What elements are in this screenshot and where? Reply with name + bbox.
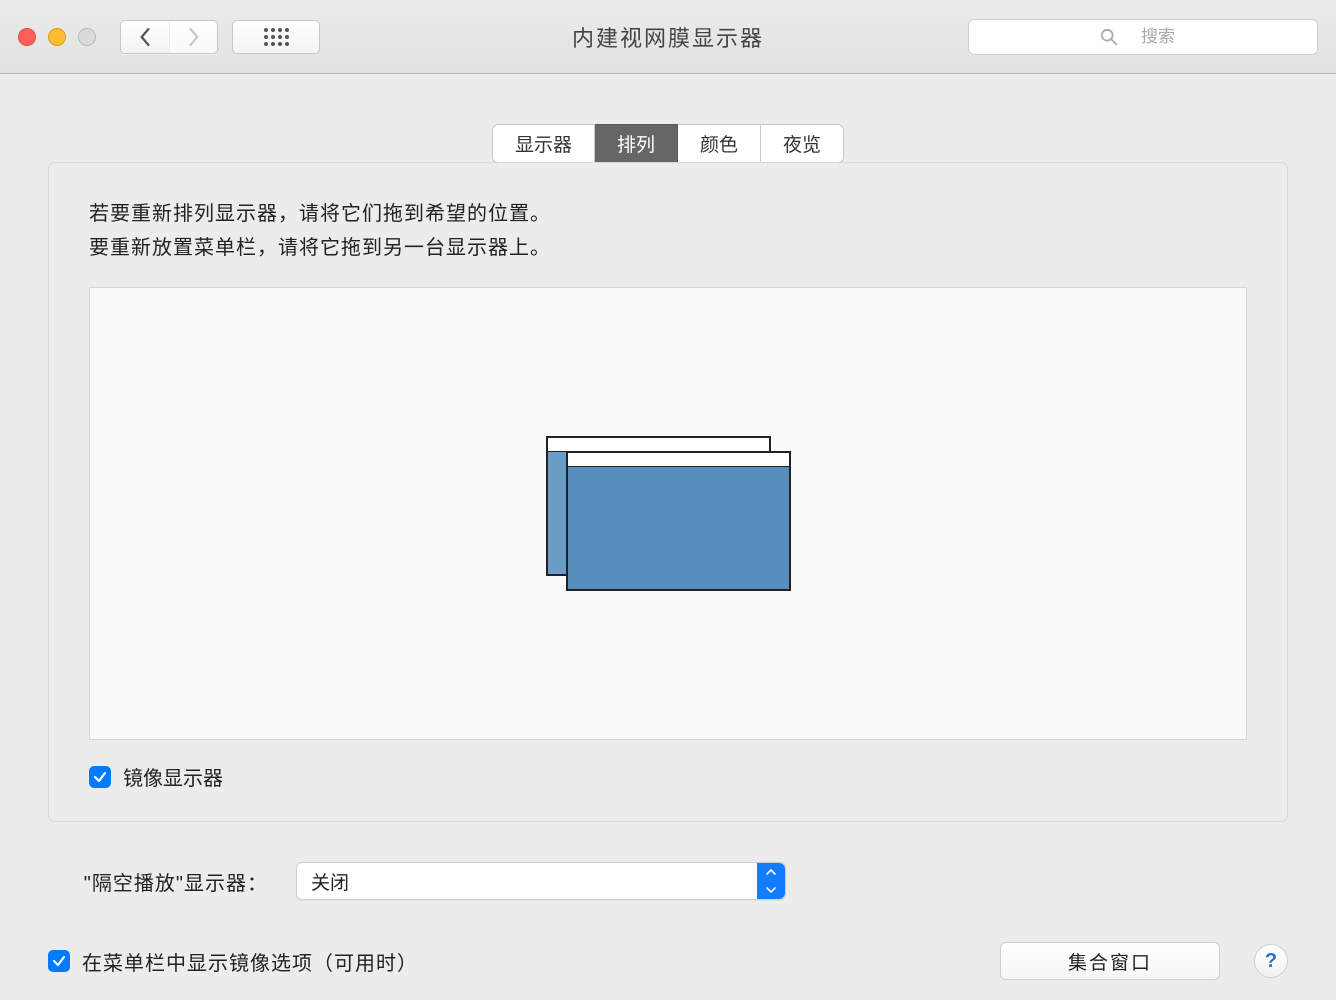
- airplay-label: "隔空播放"显示器：: [48, 867, 268, 896]
- close-button[interactable]: [18, 28, 36, 46]
- back-button[interactable]: [121, 21, 169, 53]
- chevron-up-icon: [766, 868, 776, 876]
- monitor-stack: [546, 436, 791, 591]
- tab-night[interactable]: 夜览: [761, 124, 844, 163]
- arrangement-area[interactable]: [89, 287, 1247, 740]
- search-input[interactable]: [968, 19, 1318, 55]
- show-all-button[interactable]: [232, 20, 320, 54]
- check-icon: [52, 954, 66, 968]
- tab-arrangement[interactable]: 排列: [595, 124, 678, 163]
- check-icon: [93, 770, 107, 784]
- content: 显示器 排列 颜色 夜览 若要重新排列显示器，请将它们拖到希望的位置。 要重新放…: [0, 74, 1336, 1000]
- menu-bar-drag[interactable]: [568, 453, 789, 467]
- tab-color[interactable]: 颜色: [678, 124, 761, 163]
- menubar-option-label: 在菜单栏中显示镜像选项（可用时）: [82, 947, 418, 976]
- maximize-button: [78, 28, 96, 46]
- menu-bar-drag[interactable]: [548, 438, 769, 452]
- menubar-option-checkbox[interactable]: [48, 950, 70, 972]
- select-stepper[interactable]: [757, 863, 785, 899]
- airplay-row: "隔空播放"显示器： 关闭: [48, 862, 1288, 900]
- airplay-select[interactable]: 关闭: [296, 862, 786, 900]
- footer-row: 在菜单栏中显示镜像选项（可用时） 集合窗口 ?: [48, 942, 1288, 980]
- tab-bar: 显示器 排列 颜色 夜览: [492, 124, 844, 163]
- bottom-section: "隔空播放"显示器： 关闭 在菜单栏中显示镜像选项（可用时） 集合窗口 ?: [48, 862, 1288, 980]
- mirror-label: 镜像显示器: [123, 762, 223, 791]
- mirror-row: 镜像显示器: [89, 762, 1247, 791]
- screen-area: [568, 467, 789, 589]
- instructions-line2: 要重新放置菜单栏，请将它拖到另一台显示器上。: [89, 231, 1247, 265]
- airplay-value: 关闭: [311, 868, 349, 895]
- minimize-button[interactable]: [48, 28, 66, 46]
- search-field-wrap: [968, 19, 1318, 55]
- search-icon: [1100, 28, 1118, 46]
- arrangement-panel: 若要重新排列显示器，请将它们拖到希望的位置。 要重新放置菜单栏，请将它拖到另一台…: [48, 162, 1288, 822]
- tab-display[interactable]: 显示器: [492, 124, 595, 163]
- help-button[interactable]: ?: [1254, 944, 1288, 978]
- monitor-primary[interactable]: [566, 451, 791, 591]
- mirror-checkbox[interactable]: [89, 766, 111, 788]
- instructions-line1: 若要重新排列显示器，请将它们拖到希望的位置。: [89, 197, 1247, 231]
- grid-icon: [264, 28, 289, 46]
- gather-windows-button[interactable]: 集合窗口: [1000, 942, 1220, 980]
- forward-button: [169, 21, 217, 53]
- traffic-lights: [18, 28, 96, 46]
- nav-group: [120, 20, 218, 54]
- toolbar: 内建视网膜显示器: [0, 0, 1336, 74]
- chevron-down-icon: [766, 886, 776, 894]
